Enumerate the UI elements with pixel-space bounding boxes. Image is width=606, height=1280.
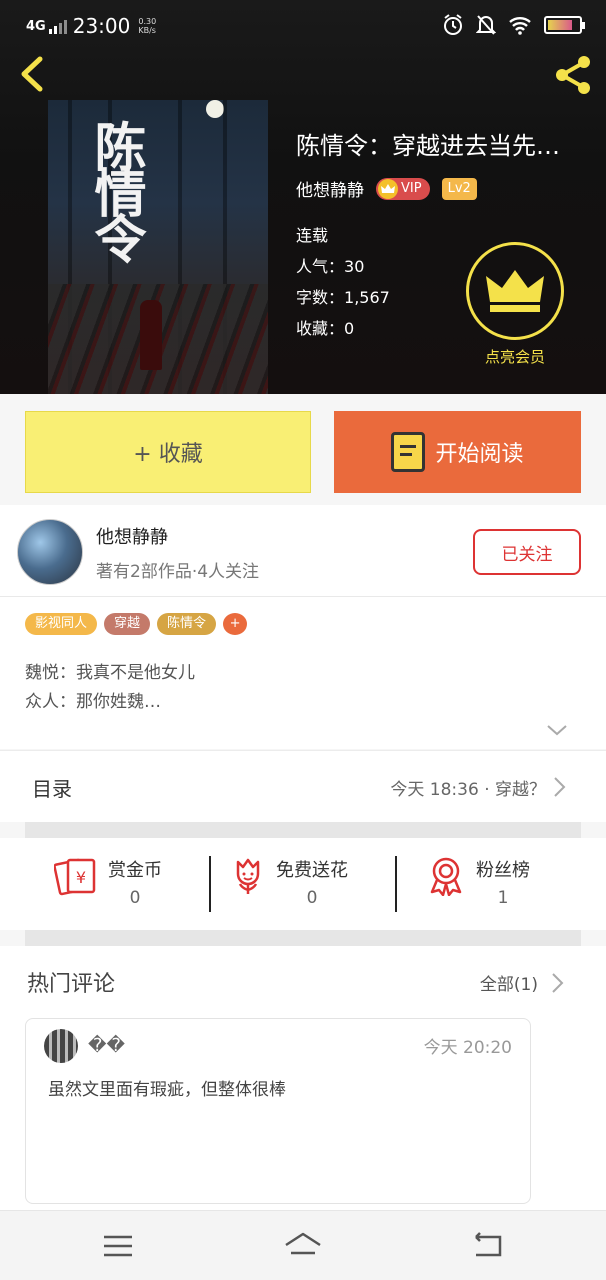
author-row: 他想静静 VIP Lv2 xyxy=(296,176,477,201)
cover-figure xyxy=(140,300,162,370)
book-icon xyxy=(391,432,426,472)
author-card-name[interactable]: 他想静静 xyxy=(96,523,168,549)
intro-section: 影视同人 穿越 陈情令 + 魏悦：我真不是他女儿 众人：那你姓魏… xyxy=(0,597,606,749)
chevron-down-icon[interactable] xyxy=(546,723,568,737)
author-card-subtitle: 著有2部作品·4人关注 xyxy=(96,562,260,582)
system-nav-bar xyxy=(0,1210,606,1280)
section-divider xyxy=(25,822,581,838)
home-icon[interactable] xyxy=(283,1229,323,1263)
word-count: 字数： 1,567 xyxy=(296,288,390,307)
svg-text:¥: ¥ xyxy=(76,868,86,887)
clock: 23:00 xyxy=(72,14,131,38)
commenter-name[interactable]: �� xyxy=(88,1035,125,1056)
divider xyxy=(395,856,397,912)
tag-list: 影视同人 穿越 陈情令 + xyxy=(25,613,248,635)
back-button[interactable] xyxy=(14,54,54,94)
all-comments-link[interactable]: 全部(1) xyxy=(480,970,538,995)
reward-stats: ¥ 赏金币 0 免费送花 0 粉丝榜 1 xyxy=(0,838,606,930)
reward-coins[interactable]: ¥ 赏金币 0 xyxy=(54,856,162,908)
book-intro[interactable]: 魏悦：我真不是他女儿 众人：那你姓魏… xyxy=(25,659,195,717)
red-envelope-icon: ¥ xyxy=(54,858,96,896)
follow-button[interactable]: 已关注 xyxy=(473,529,581,575)
status-bar: 4G 23:00 0.30 KB/s xyxy=(0,0,606,52)
network-speed: 0.30 KB/s xyxy=(138,17,157,35)
book-header: 4G 23:00 0.30 KB/s 陈情令 陈情令：穿越进去当先… 他想静静 … xyxy=(0,0,606,394)
crown-icon xyxy=(378,178,398,199)
stat-value: 0 xyxy=(306,888,318,908)
flower-icon xyxy=(236,858,260,894)
tag-item[interactable]: 穿越 xyxy=(104,613,151,635)
hot-comments: 热门评论 全部(1) �� 今天 20:20 虽然文里面有瑕疵，但整体很棒 xyxy=(0,946,606,1210)
member-label[interactable]: 点亮会员 xyxy=(466,346,564,367)
stat-label: 免费送花 xyxy=(276,860,348,881)
chevron-right-icon xyxy=(554,777,566,797)
add-tag-button[interactable]: + xyxy=(223,613,248,635)
section-divider xyxy=(25,930,581,946)
divider xyxy=(209,856,211,912)
hot-comments-title: 热门评论 xyxy=(27,972,116,997)
tag-item[interactable]: 影视同人 xyxy=(25,613,98,635)
wifi-icon xyxy=(509,17,531,35)
comment-time: 今天 20:20 xyxy=(423,1038,512,1058)
stat-value: 1 xyxy=(497,888,509,908)
mute-bell-icon xyxy=(476,15,496,35)
catalog-title: 目录 xyxy=(32,777,72,801)
stat-label: 粉丝榜 xyxy=(476,860,530,881)
cover-title-art: 陈情令 xyxy=(85,120,146,258)
free-flowers[interactable]: 免费送花 0 xyxy=(230,856,348,908)
collection-count: 收藏： 0 xyxy=(296,319,355,338)
menu-icon[interactable] xyxy=(98,1229,138,1263)
alarm-icon xyxy=(444,14,462,35)
stat-value: 0 xyxy=(129,888,141,908)
crown-icon xyxy=(486,270,544,312)
share-button[interactable] xyxy=(550,52,596,98)
level-badge: Lv2 xyxy=(441,177,477,200)
fan-ranking[interactable]: 粉丝榜 1 xyxy=(426,856,530,908)
book-meta: 连载 人气： 30 字数： 1,567 收藏： 0 xyxy=(296,220,390,344)
commenter-avatar[interactable] xyxy=(44,1029,78,1063)
back-nav-icon[interactable] xyxy=(468,1229,508,1263)
latest-chapter: 今天 18:36 · 穿越？ xyxy=(390,780,546,800)
vip-badge: VIP xyxy=(376,177,430,200)
battery-icon xyxy=(544,16,585,34)
comment-text: 虽然文里面有瑕疵，但整体很棒 xyxy=(48,1080,286,1100)
book-cover[interactable]: 陈情令 xyxy=(48,100,268,394)
medal-icon xyxy=(430,857,462,896)
tag-item[interactable]: 陈情令 xyxy=(157,613,217,635)
member-button[interactable] xyxy=(466,242,564,340)
serial-status: 连载 xyxy=(296,226,329,245)
stat-label: 赏金币 xyxy=(108,860,162,881)
book-title: 陈情令：穿越进去当先… xyxy=(296,132,560,160)
chevron-right-icon[interactable] xyxy=(550,972,564,994)
catalog-row[interactable]: 目录 今天 18:36 · 穿越？ xyxy=(0,750,606,822)
start-reading-button[interactable]: 开始阅读 xyxy=(334,411,581,493)
author-avatar[interactable] xyxy=(17,519,83,585)
popularity: 人气： 30 xyxy=(296,257,365,276)
author-card: 他想静静 著有2部作品·4人关注 已关注 xyxy=(0,505,606,597)
comment-card[interactable]: �� 今天 20:20 虽然文里面有瑕疵，但整体很棒 xyxy=(25,1018,531,1204)
cover-moon xyxy=(206,100,224,118)
network-indicator: 4G xyxy=(26,18,46,34)
collect-button[interactable]: + 收藏 xyxy=(25,411,311,493)
signal-icon xyxy=(48,18,67,34)
author-name[interactable]: 他想静静 xyxy=(296,176,364,201)
